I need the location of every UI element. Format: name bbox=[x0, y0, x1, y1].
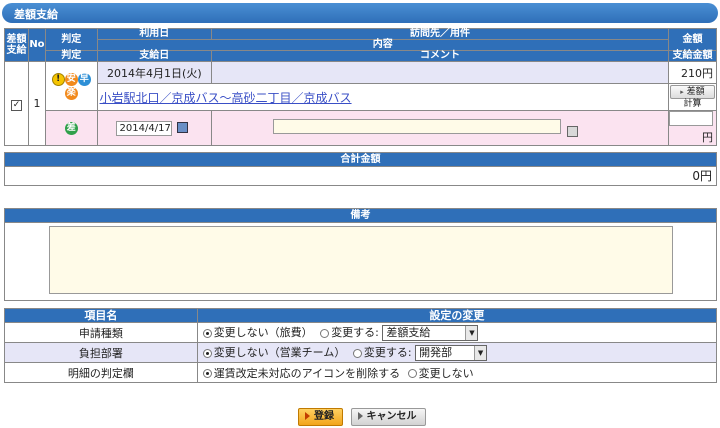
page-title: 差額支給 bbox=[14, 8, 58, 21]
remarks-section: 備考 bbox=[4, 208, 717, 301]
chevron-down-icon: ▼ bbox=[474, 346, 487, 360]
yen-label: 円 bbox=[702, 131, 713, 144]
pay-amount-cell: 円 bbox=[667, 110, 718, 146]
submit-button[interactable]: 登録 bbox=[298, 408, 343, 426]
futan-keep-radio[interactable] bbox=[202, 348, 212, 358]
shinsei-keep-radio[interactable] bbox=[202, 328, 212, 338]
chevron-down-icon: ▼ bbox=[465, 326, 478, 340]
col-header-riyobi: 利用日 bbox=[96, 28, 213, 40]
setting-options-meisai: 運賃改定未対応のアイコンを削除する 変更しない bbox=[196, 362, 718, 383]
col-header-sagaku: 差額支給 bbox=[4, 28, 29, 62]
amount: 210円 bbox=[667, 61, 718, 84]
haya-icon: 早 bbox=[77, 73, 91, 87]
meisai-delete-radio[interactable] bbox=[202, 369, 212, 378]
remarks-textarea[interactable] bbox=[49, 226, 673, 294]
riyo-date: 2014年4月1日(火) bbox=[96, 61, 213, 84]
raku-icon: 楽 bbox=[64, 87, 78, 101]
row-checkbox-cell: ✓ bbox=[4, 61, 29, 146]
col-header-no: No bbox=[27, 28, 46, 62]
col-header-shikyu-kingaku: 支給金額 bbox=[667, 50, 718, 62]
comment-cell bbox=[211, 110, 669, 146]
play-icon bbox=[357, 412, 363, 420]
col-header-hantei: 判定 bbox=[44, 28, 98, 51]
setting-label-futan: 負担部署 bbox=[4, 342, 198, 363]
homon-cell bbox=[211, 61, 669, 84]
play-icon bbox=[305, 412, 310, 420]
action-buttons: 登録 キャンセル bbox=[298, 408, 426, 426]
setting-label-shinsei: 申請種類 bbox=[4, 322, 198, 343]
cancel-button[interactable]: キャンセル bbox=[350, 408, 426, 426]
pay-amount-input[interactable] bbox=[669, 111, 713, 126]
col-header-comment: コメント bbox=[211, 50, 669, 62]
comment-input[interactable] bbox=[273, 119, 562, 134]
page-title-bar: 差額支給 bbox=[2, 3, 718, 23]
diff-calc-button[interactable]: ▸ 差額計算 bbox=[669, 85, 715, 109]
settings-col-change: 設定の変更 bbox=[196, 308, 718, 323]
route-link[interactable]: 小岩駅北口／京成バス〜高砂二丁目／京成バス bbox=[100, 91, 352, 105]
setting-options-futan: 変更しない（営業チーム） 変更する: 開発部 ▼ bbox=[196, 342, 718, 363]
sa-icon: 差 bbox=[64, 121, 78, 135]
an-icon: 安 bbox=[64, 73, 78, 87]
col-header-kingaku: 金額 bbox=[667, 28, 718, 51]
row-number: 1 bbox=[27, 61, 46, 146]
warning-icon: ! bbox=[51, 73, 65, 87]
setting-label-meisai: 明細の判定欄 bbox=[4, 362, 198, 383]
pay-date-input[interactable]: 2014/4/17 bbox=[115, 120, 172, 136]
pay-date-cell: 2014/4/17 bbox=[96, 110, 213, 146]
remarks-header: 備考 bbox=[4, 208, 717, 223]
detail-table: 差額支給 No 判定 利用日 訪問先／用件 金額 内容 判定 支給日 コメント … bbox=[4, 28, 718, 146]
col-header-homon: 訪問先／用件 bbox=[211, 28, 669, 40]
settings-table: 項目名 設定の変更 申請種類 変更しない（旅費） 変更する: 差額支給 ▼ 負担部… bbox=[4, 308, 718, 383]
col-header-hantei2: 判定 bbox=[44, 50, 98, 62]
hantei-icons: ! 安早 楽 bbox=[44, 61, 98, 111]
meisai-keep-radio[interactable] bbox=[407, 369, 417, 378]
shinsei-change-radio[interactable] bbox=[320, 328, 330, 338]
settings-col-item: 項目名 bbox=[4, 308, 198, 323]
shinsei-select[interactable]: 差額支給 ▼ bbox=[382, 325, 479, 341]
col-header-naiyo: 内容 bbox=[96, 39, 669, 51]
futan-change-radio[interactable] bbox=[352, 348, 362, 358]
calc-button-cell: ▸ 差額計算 bbox=[667, 83, 718, 111]
total-header: 合計金額 bbox=[4, 152, 717, 167]
futan-select[interactable]: 開発部 ▼ bbox=[415, 345, 488, 361]
total-value: 0円 bbox=[4, 167, 717, 186]
setting-options-shinsei: 変更しない（旅費） 変更する: 差額支給 ▼ bbox=[196, 322, 718, 343]
remarks-box bbox=[4, 223, 717, 301]
col-header-shikyubi: 支給日 bbox=[96, 50, 213, 62]
calendar-icon[interactable] bbox=[177, 122, 189, 133]
memo-icon[interactable] bbox=[566, 125, 578, 137]
total-section: 合計金額 0円 bbox=[4, 152, 717, 186]
route-cell: 小岩駅北口／京成バス〜高砂二丁目／京成バス bbox=[96, 83, 669, 111]
sa-icon-cell: 差 bbox=[44, 110, 98, 146]
sagaku-checkbox[interactable]: ✓ bbox=[10, 99, 22, 111]
